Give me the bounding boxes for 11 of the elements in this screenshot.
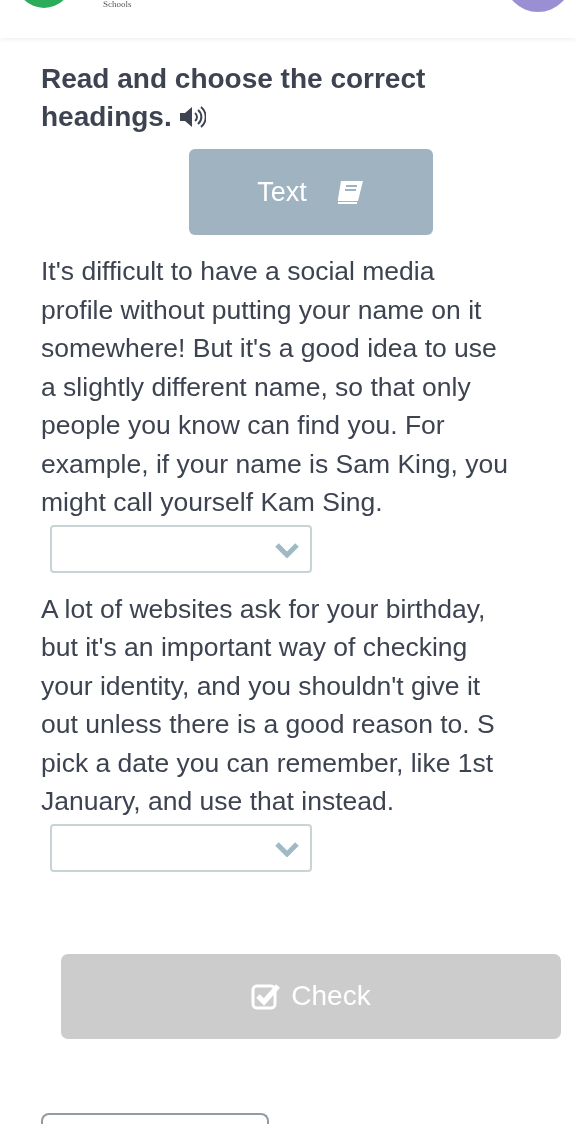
reading-paragraph: A lot of websites ask for your birthday, but it's an important way of checking your identity, and you shouldn't give it out unless there is a good reason to. S pick a date you can remember, like 1st January, and use that instead.	[41, 592, 496, 818]
task-title: Read and choose the correct headings.	[41, 62, 427, 134]
text-button[interactable]: Text	[189, 149, 433, 235]
heading-dropdown[interactable]	[50, 524, 312, 573]
reading-paragraph: It's difficult to have a social media profile without putting your name on it somewhere! But it's a good idea to use a slightly different name, so that only people you know can find you. For example, if your name is Sam King, you might call yourself Kam Sing.	[41, 255, 509, 519]
chevron-down-icon	[274, 840, 300, 857]
heading-dropdown[interactable]	[50, 823, 312, 872]
logo-caption: Schools	[103, 0, 132, 9]
checkbox-icon	[251, 982, 282, 1010]
chevron-down-icon	[274, 541, 300, 558]
speaker-icon[interactable]	[177, 105, 206, 129]
